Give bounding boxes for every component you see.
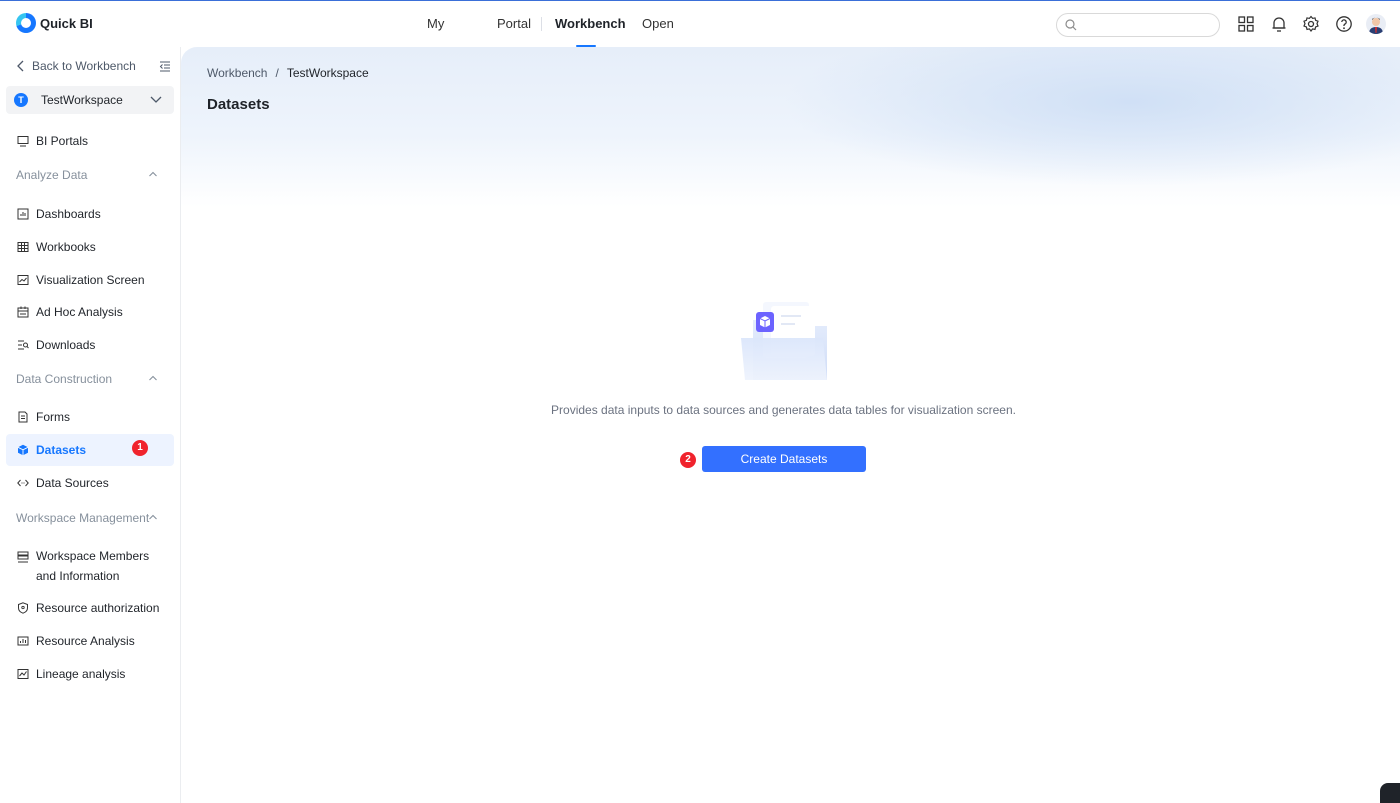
sidebar-item-label: BI Portals [36,134,89,148]
sidebar-item-label: Data Sources [36,476,109,490]
screen-chart-icon [17,275,29,285]
sidebar-item-label: Lineage analysis [36,667,126,681]
user-avatar-icon [1369,17,1383,34]
form-document-icon [18,411,28,423]
cube-icon [17,444,29,456]
sidebar-item-workbooks[interactable]: Workbooks [6,231,174,263]
breadcrumb-separator: / [275,66,279,80]
step-badge-2: 2 [680,452,696,468]
monitor-icon [17,136,29,147]
workspace-name: TestWorkspace [41,93,123,107]
back-label: Back to Workbench [32,59,136,73]
calendar-table-icon [17,306,29,318]
sidebar-item-label: Dashboards [36,207,101,221]
lineage-chart-icon [17,669,29,679]
sidebar-item-label: Downloads [36,338,96,352]
breadcrumb: Workbench / TestWorkspace [207,66,369,80]
sidebar-item-label: Resource authorization [36,601,160,615]
shield-icon [18,602,28,614]
empty-state-description: Provides data inputs to data sources and… [551,403,1016,417]
apps-grid-icon[interactable] [1237,15,1255,33]
chevron-down-icon [150,96,162,103]
sidebar-item-label: Workbooks [36,240,96,254]
sidebar-item-forms[interactable]: Forms [6,401,174,433]
app-logo[interactable]: Quick BI [16,13,93,33]
workspace-avatar: T [14,93,28,107]
sidebar-item-visualization-screen[interactable]: Visualization Screen [6,264,174,296]
dashboard-icon [17,208,29,220]
main-content: Workbench / TestWorkspace Datasets Provi… [181,47,1400,803]
sidebar-item-label: Datasets [36,443,87,457]
table-icon [17,242,29,252]
step-badge-1: 1 [132,440,148,456]
create-datasets-button[interactable]: Create Datasets [702,446,866,472]
user-avatar[interactable] [1366,14,1386,34]
group-data-construction[interactable]: Data Construction [16,372,112,386]
workspace-selector[interactable]: T TestWorkspace [6,86,174,114]
sidebar-item-workspace-members[interactable]: Workspace Members and Information [6,543,174,587]
collapse-sidebar-icon[interactable] [159,60,171,72]
tab-open-platform[interactable]: Open platform [642,1,718,77]
sidebar-item-label: and Information [36,569,120,583]
sidebar-item-bi-portals[interactable]: BI Portals [6,125,174,157]
tab-portal[interactable]: Portal [497,1,531,47]
sidebar-item-label: Workspace Members [36,549,150,563]
sidebar: Back to Workbench T TestWorkspace BI Por… [0,47,181,803]
chevron-up-icon[interactable] [148,170,158,178]
search-box[interactable] [1056,13,1220,37]
breadcrumb-current: TestWorkspace [286,66,369,80]
back-to-workbench-link[interactable]: Back to Workbench [16,59,136,73]
quick-bi-logo-icon [16,13,36,33]
bell-icon[interactable] [1270,15,1288,33]
resource-analysis-icon [17,636,29,646]
floating-helper-tab[interactable] [1380,783,1400,803]
chevron-up-icon[interactable] [148,374,158,382]
search-input[interactable] [1083,17,1213,33]
tab-workbench[interactable]: Workbench [555,1,626,47]
help-icon[interactable] [1335,15,1353,33]
group-workspace-management[interactable]: Workspace Management [16,511,149,525]
breadcrumb-workbench[interactable]: Workbench [207,66,267,80]
tab-my-data[interactable]: My Data [427,1,471,77]
sidebar-item-data-sources[interactable]: Data Sources [6,467,174,499]
sidebar-item-downloads[interactable]: Downloads [6,329,174,361]
sidebar-item-resource-analysis[interactable]: Resource Analysis [6,625,174,657]
downloads-list-icon [18,340,29,350]
sidebar-item-label: Forms [36,410,70,424]
top-bar: Quick BI My Data Portal Workbench Open p… [0,0,1400,77]
members-list-icon [17,551,29,563]
sidebar-item-label: Visualization Screen [36,273,145,287]
sidebar-item-label: Resource Analysis [36,634,135,648]
sidebar-item-dashboards[interactable]: Dashboards [6,198,174,230]
group-analyze-data[interactable]: Analyze Data [16,168,87,182]
sidebar-item-label: Ad Hoc Analysis [36,305,123,319]
empty-folder-illustration [741,302,827,380]
sidebar-item-lineage-analysis[interactable]: Lineage analysis [6,658,174,690]
top-nav: My Data Portal Workbench Open platform [427,1,718,77]
search-icon [1065,19,1077,31]
page-title: Datasets [207,96,270,113]
link-arrows-icon [17,479,29,487]
app-name: Quick BI [40,15,93,31]
chevron-up-icon[interactable] [148,513,158,521]
sidebar-item-ad-hoc-analysis[interactable]: Ad Hoc Analysis [6,296,174,328]
chevron-left-icon [17,60,24,72]
gear-icon[interactable] [1302,15,1320,33]
sidebar-item-datasets[interactable]: Datasets 1 [6,434,174,466]
sidebar-item-resource-authorization[interactable]: Resource authorization [6,592,174,624]
